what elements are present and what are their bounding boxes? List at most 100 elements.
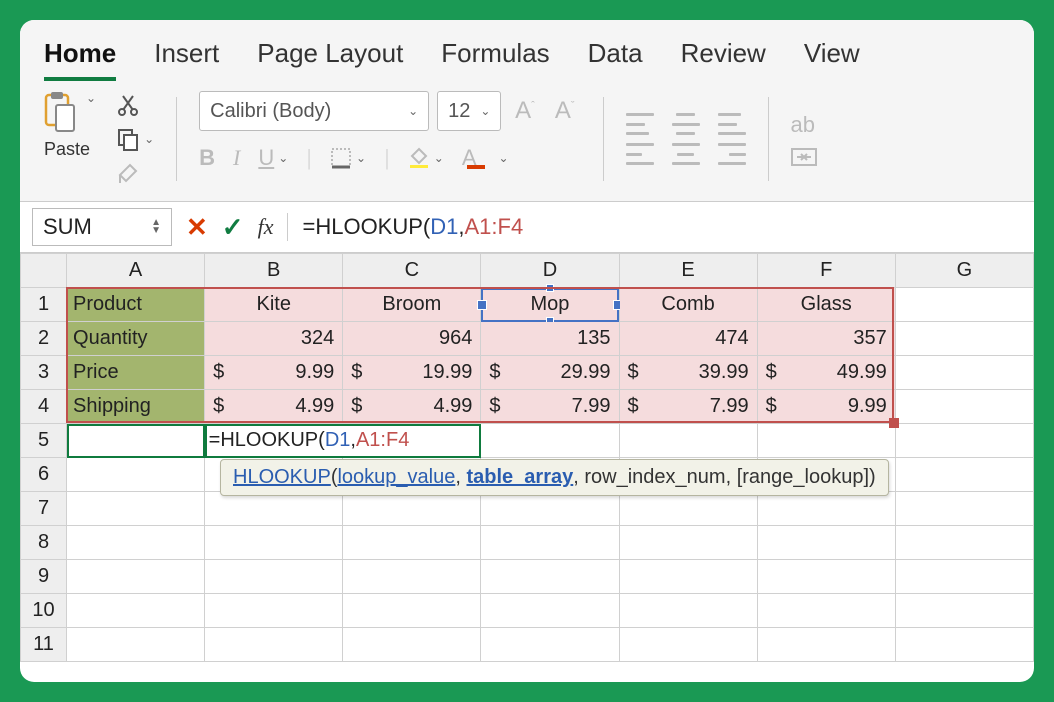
- row-header-3[interactable]: 3: [21, 356, 67, 390]
- cell[interactable]: [895, 560, 1033, 594]
- font-color-button[interactable]: A ⌄: [462, 145, 509, 171]
- cell-C3[interactable]: $19.99: [343, 356, 481, 390]
- cell-B2[interactable]: 324: [205, 322, 343, 356]
- cell-C4[interactable]: $4.99: [343, 390, 481, 424]
- cell[interactable]: [895, 594, 1033, 628]
- spinner-icon[interactable]: ▲▼: [151, 219, 161, 235]
- bold-button[interactable]: B: [199, 145, 215, 171]
- paste-icon[interactable]: [38, 91, 82, 135]
- cell[interactable]: [757, 560, 895, 594]
- cell-G5[interactable]: [895, 424, 1033, 458]
- cell[interactable]: [205, 526, 343, 560]
- cell-A1[interactable]: Product: [67, 288, 205, 322]
- borders-button[interactable]: ⌄: [330, 147, 366, 169]
- spreadsheet-grid[interactable]: A B C D E F G 1 Product Kite Broom Mop C…: [20, 253, 1034, 662]
- tab-page-layout[interactable]: Page Layout: [257, 38, 403, 81]
- cell[interactable]: [619, 628, 757, 662]
- format-painter-icon[interactable]: [114, 159, 142, 187]
- cell-F5[interactable]: [757, 424, 895, 458]
- cell-A3[interactable]: Price: [67, 356, 205, 390]
- cell[interactable]: [205, 560, 343, 594]
- increase-font-button[interactable]: Aˆ: [509, 97, 541, 125]
- cell[interactable]: [205, 492, 343, 526]
- cell[interactable]: [481, 628, 619, 662]
- tooltip-arg-link[interactable]: lookup_value: [337, 466, 455, 488]
- cell-E2[interactable]: 474: [619, 322, 757, 356]
- cell[interactable]: [895, 458, 1033, 492]
- cell-A2[interactable]: Quantity: [67, 322, 205, 356]
- cell-G1[interactable]: [895, 288, 1033, 322]
- cell-B5-editing[interactable]: =HLOOKUP(D1,A1:F4: [205, 424, 481, 458]
- font-name-select[interactable]: Calibri (Body) ⌄: [199, 91, 429, 131]
- italic-button[interactable]: I: [233, 145, 240, 171]
- decrease-font-button[interactable]: Aˇ: [549, 97, 581, 125]
- cell-A5[interactable]: [67, 424, 205, 458]
- cell[interactable]: [481, 492, 619, 526]
- font-size-select[interactable]: 12 ⌄: [437, 91, 501, 131]
- row-header-1[interactable]: 1: [21, 288, 67, 322]
- cell-E5[interactable]: [619, 424, 757, 458]
- col-header-A[interactable]: A: [67, 254, 205, 288]
- cell[interactable]: [205, 594, 343, 628]
- cell-F1[interactable]: Glass: [757, 288, 895, 322]
- merge-button[interactable]: [791, 148, 817, 166]
- cell[interactable]: [67, 628, 205, 662]
- copy-icon[interactable]: [114, 125, 142, 153]
- cell[interactable]: [67, 458, 205, 492]
- cell[interactable]: [205, 628, 343, 662]
- cancel-button[interactable]: ✕: [186, 212, 208, 243]
- row-header-7[interactable]: 7: [21, 492, 67, 526]
- cell-E4[interactable]: $7.99: [619, 390, 757, 424]
- chevron-down-icon[interactable]: ⌄: [86, 91, 96, 105]
- align-middle-button[interactable]: [672, 113, 700, 135]
- cell[interactable]: [481, 526, 619, 560]
- cell[interactable]: [619, 560, 757, 594]
- align-bottom-button[interactable]: [718, 113, 746, 135]
- cell[interactable]: [619, 594, 757, 628]
- cell[interactable]: [343, 594, 481, 628]
- row-header-10[interactable]: 10: [21, 594, 67, 628]
- cell[interactable]: [757, 526, 895, 560]
- cut-icon[interactable]: [114, 91, 142, 119]
- cell-D4[interactable]: $7.99: [481, 390, 619, 424]
- align-right-button[interactable]: [718, 143, 746, 165]
- cell[interactable]: [895, 526, 1033, 560]
- cell-B1[interactable]: Kite: [205, 288, 343, 322]
- range-handle[interactable]: [889, 418, 899, 428]
- tab-insert[interactable]: Insert: [154, 38, 219, 81]
- row-header-8[interactable]: 8: [21, 526, 67, 560]
- tab-formulas[interactable]: Formulas: [441, 38, 549, 81]
- cell[interactable]: [67, 492, 205, 526]
- row-header-9[interactable]: 9: [21, 560, 67, 594]
- cell-G4[interactable]: [895, 390, 1033, 424]
- row-header-5[interactable]: 5: [21, 424, 67, 458]
- cell-B4[interactable]: $4.99: [205, 390, 343, 424]
- col-header-G[interactable]: G: [895, 254, 1033, 288]
- cell[interactable]: [895, 492, 1033, 526]
- align-top-button[interactable]: [626, 113, 654, 135]
- tooltip-arg-link[interactable]: table_array: [466, 466, 573, 488]
- cell[interactable]: [481, 560, 619, 594]
- cell-D1[interactable]: Mop: [481, 288, 619, 322]
- enter-button[interactable]: ✓: [222, 212, 244, 243]
- row-header-11[interactable]: 11: [21, 628, 67, 662]
- formula-input[interactable]: =HLOOKUP(D1,A1:F4: [302, 214, 523, 240]
- col-header-B[interactable]: B: [205, 254, 343, 288]
- fx-label[interactable]: fx: [258, 214, 274, 240]
- col-header-E[interactable]: E: [619, 254, 757, 288]
- cell[interactable]: [67, 526, 205, 560]
- cell[interactable]: [343, 560, 481, 594]
- underline-button[interactable]: U⌄: [258, 145, 288, 171]
- row-header-4[interactable]: 4: [21, 390, 67, 424]
- cell[interactable]: [481, 594, 619, 628]
- col-header-C[interactable]: C: [343, 254, 481, 288]
- cell-E3[interactable]: $39.99: [619, 356, 757, 390]
- cell[interactable]: [619, 526, 757, 560]
- cell[interactable]: [343, 526, 481, 560]
- col-header-D[interactable]: D: [481, 254, 619, 288]
- cell-C1[interactable]: Broom: [343, 288, 481, 322]
- cell-E1[interactable]: Comb: [619, 288, 757, 322]
- cell-B3[interactable]: $9.99: [205, 356, 343, 390]
- cell[interactable]: [757, 628, 895, 662]
- cell-D5[interactable]: [481, 424, 619, 458]
